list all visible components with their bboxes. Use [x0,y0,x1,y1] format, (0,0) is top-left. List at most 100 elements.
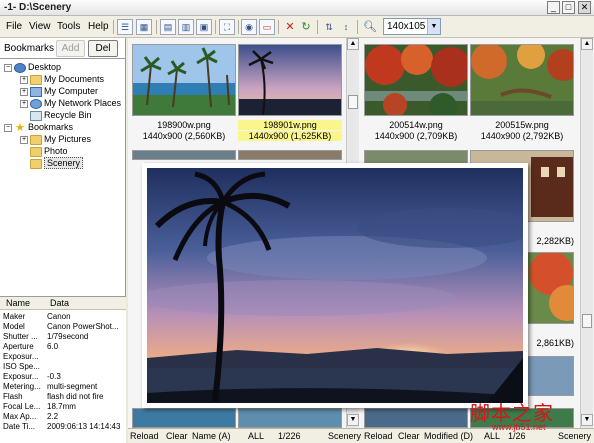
scroll-up-icon[interactable]: ▲ [347,38,359,50]
scroll-down-icon[interactable]: ▼ [581,414,593,426]
tree-node-my-documents[interactable]: + My Documents [20,73,104,85]
thumbnail-item[interactable]: 200515w.png 1440x900 (2,792KB) [470,44,574,144]
sort-icon[interactable]: ⇅ [321,19,337,35]
tree-node-photo[interactable]: Photo [30,145,68,157]
status-filter-button[interactable]: ALL [484,431,500,441]
thumb-size-select[interactable]: 140x105 ▼ [383,18,441,35]
exif-value: -0.3 [47,372,61,381]
status-count: 1/26 [508,431,526,441]
scroll-thumb[interactable] [582,314,592,328]
expand-icon[interactable]: + [20,135,28,144]
scroll-up-icon[interactable]: ▲ [581,38,593,50]
thumbnail-image [364,44,468,116]
status-reload-button[interactable]: Reload [364,431,393,441]
exif-key: Focal Le... [3,402,41,411]
exif-row: ISO Spe... [0,362,126,372]
tree-node-my-network[interactable]: + My Network Places [20,97,121,109]
del-bookmark-button[interactable]: Del [88,40,118,57]
close-button[interactable]: ✕ [578,1,591,14]
zoom-icon[interactable]: 🔍︎ [362,19,378,35]
medium-thumb-icon[interactable]: ▥ [178,19,194,35]
chevron-down-icon: ▼ [427,19,440,34]
exif-row: Shutter ... 1/79second [0,332,126,342]
exif-key: Exposur... [3,372,39,381]
menu-help[interactable]: Help [88,21,109,32]
scroll-thumb[interactable] [348,95,358,109]
tree-node-bookmarks[interactable]: − ★ Bookmarks [4,121,73,133]
exif-col-data[interactable]: Data [50,298,69,308]
thumbnail-item-selected[interactable]: 198901w.png 1440x900 (1,625KB) [238,44,342,144]
tree-node-my-computer[interactable]: + My Computer [20,85,98,97]
tree-node-desktop[interactable]: − Desktop [4,61,61,73]
exif-panel: Name Data Maker Canon Model Canon PowerShot… [0,296,126,443]
toolbar-separator [317,20,318,34]
image-preview-popup[interactable] [142,163,528,408]
large-thumb-icon[interactable]: ▣ [196,19,212,35]
sort-order-icon[interactable]: ↕ [338,19,354,35]
exif-col-name[interactable]: Name [6,298,30,308]
expand-icon[interactable]: + [20,75,28,84]
menu-tools[interactable]: Tools [57,21,80,32]
minimize-button[interactable]: _ [547,1,560,14]
thumbnail-filename: 198901w.png [238,120,342,130]
exif-value: 1/79second [47,332,89,341]
refresh-icon[interactable]: ↻ [298,19,314,35]
folder-icon [30,158,42,169]
exif-key: Date Ti... [3,422,36,431]
watermark-url: www.jb51.net [492,422,546,432]
exif-row: Exposur... [0,352,126,362]
exif-value: 18.7mm [47,402,76,411]
add-bookmark-button[interactable]: Add [56,40,85,57]
status-filter-button[interactable]: ALL [248,431,264,441]
exif-value: 2009:06:13 14:14:43 [47,422,121,431]
expand-icon[interactable]: + [20,87,28,96]
desktop-icon [14,62,26,73]
collapse-icon[interactable]: − [4,63,12,72]
tree-node-my-pictures[interactable]: + My Pictures [20,133,91,145]
status-reload-button[interactable]: Reload [130,431,159,441]
tree-label: Bookmarks [28,122,74,132]
tree-label: Recycle Bin [44,110,92,120]
menu-view[interactable]: View [29,21,51,32]
thumbnail-image [132,408,236,428]
expand-icon[interactable]: + [20,99,28,108]
status-clear-button[interactable]: Clear [398,431,420,441]
collapse-icon[interactable]: − [4,123,12,132]
fullscreen-icon[interactable]: ⛶ [219,19,235,35]
delete-icon[interactable]: ✕ [282,19,298,35]
scroll-down-icon[interactable]: ▼ [347,414,359,426]
thumbnail-item[interactable]: 200514w.png 1440x900 (2,709KB) [364,44,468,144]
maximize-button[interactable]: □ [562,1,575,14]
exif-key: Shutter ... [3,332,38,341]
thumbnail-item[interactable] [238,150,342,160]
exif-row: Date Ti... 2009:06:13 14:14:43 [0,422,126,432]
exif-value: Canon [47,312,71,321]
vertical-scrollbar[interactable]: ▲ ▼ [580,38,593,428]
slideshow-icon[interactable]: ◉ [241,19,257,35]
toolbar-separator [357,20,358,34]
folder-tree[interactable]: − Desktop + My Documents + My Computer + My … [0,58,126,333]
small-thumb-icon[interactable]: ▤ [160,19,176,35]
thumbnail-item[interactable]: 198900w.png 1440x900 (2,560KB) [132,44,236,144]
tree-node-recycle-bin[interactable]: Recycle Bin [30,109,92,121]
exif-key: ISO Spe... [3,362,40,371]
tree-node-scenery[interactable]: Scenery [30,157,84,169]
tree-label: My Pictures [44,134,92,144]
thumbnail-view-icon[interactable]: ▦ [136,19,152,35]
exif-key: Aperture [3,342,34,351]
status-clear-button[interactable]: Clear [166,431,188,441]
exif-row: Max Ap... 2.2 [0,412,126,422]
computer-icon [30,86,42,97]
screen-icon[interactable]: ▭ [259,19,275,35]
menu-file[interactable]: File [6,21,22,32]
status-sort-button[interactable]: Name (A) [192,431,231,441]
list-view-icon[interactable]: ☰ [117,19,133,35]
thumbnail-image [132,44,236,116]
folder-icon [30,146,42,157]
exif-value: 2.2 [47,412,59,421]
status-folder: Scenery [558,431,592,441]
status-sort-button[interactable]: Modified (D) [424,431,473,441]
thumbnail-item[interactable] [132,150,236,160]
folder-icon [30,74,42,85]
bookmarks-label: Bookmarks [4,43,55,54]
